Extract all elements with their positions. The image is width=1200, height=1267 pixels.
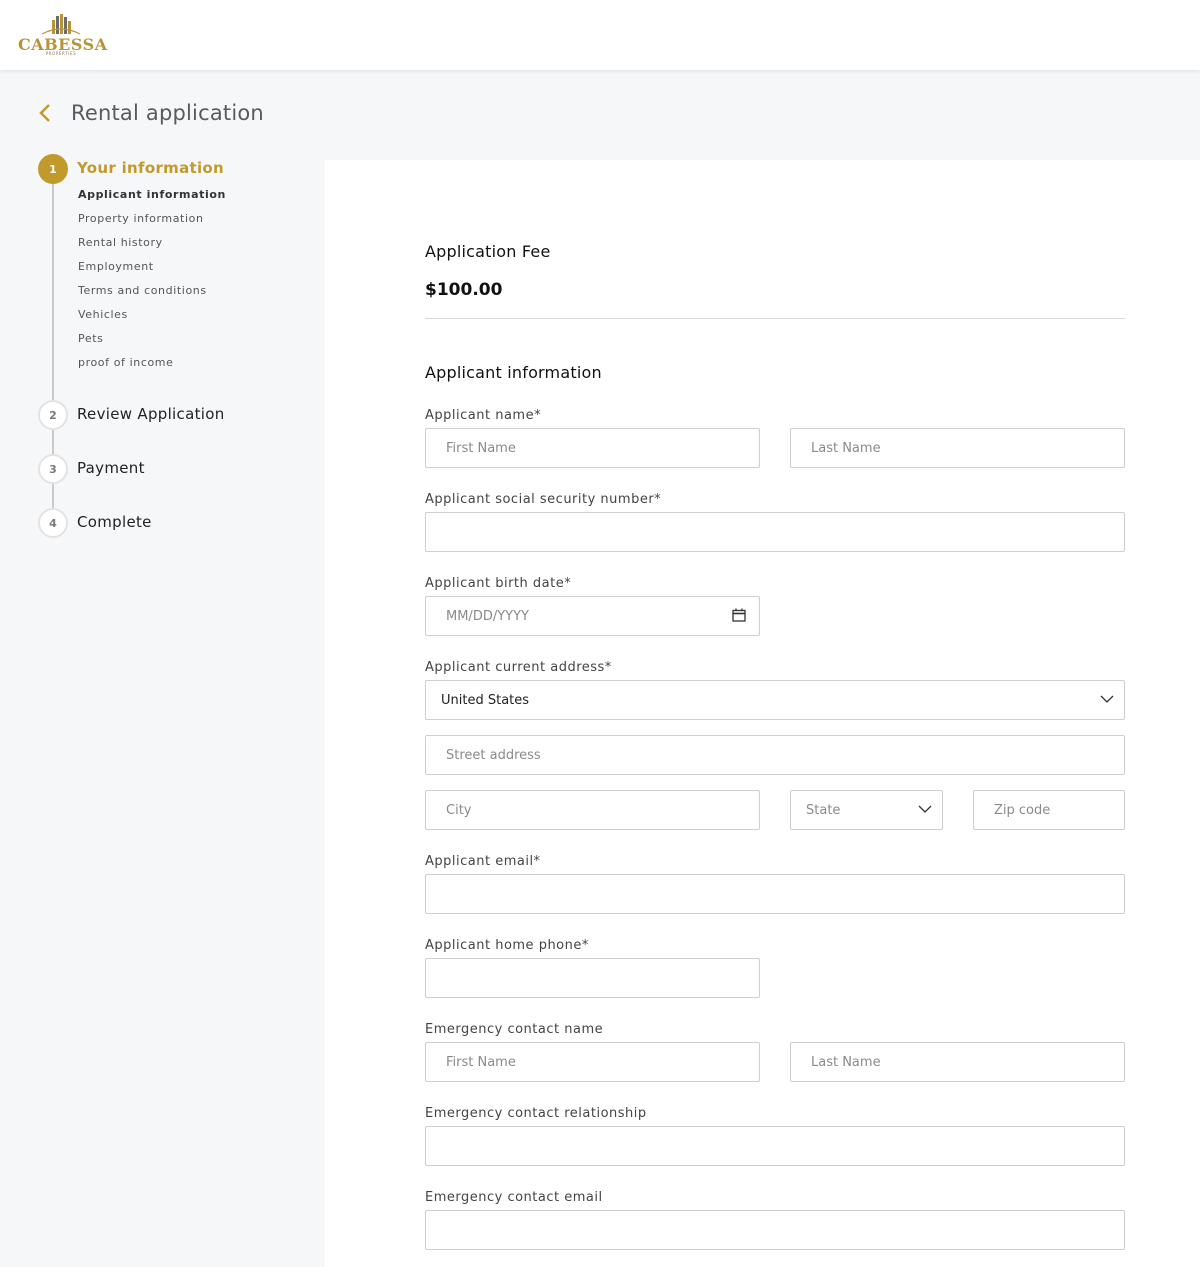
- emergency-email-input[interactable]: [425, 1210, 1125, 1250]
- section-title: Applicant information: [425, 363, 602, 382]
- street-address-input[interactable]: [425, 735, 1125, 775]
- back-chevron-icon: [39, 104, 50, 122]
- city-input[interactable]: [425, 790, 760, 830]
- emergency-relationship-input[interactable]: [425, 1126, 1125, 1166]
- state-select[interactable]: State: [790, 790, 943, 830]
- state-select-placeholder: State: [806, 802, 841, 818]
- substep-property-information[interactable]: Property information: [78, 212, 204, 225]
- home-phone-input[interactable]: [425, 958, 760, 998]
- substep-proof-of-income[interactable]: proof of income: [78, 356, 173, 369]
- emergency-relationship-label: Emergency contact relationship: [425, 1106, 647, 1121]
- step-review-application[interactable]: Review Application: [77, 405, 225, 423]
- page-header: Rental application: [38, 96, 264, 130]
- step-complete[interactable]: Complete: [77, 513, 152, 531]
- substep-employment[interactable]: Employment: [78, 260, 154, 273]
- step-your-information[interactable]: Your information: [77, 159, 224, 177]
- ssn-input[interactable]: [425, 512, 1125, 552]
- applicant-name-label: Applicant name*: [425, 408, 542, 423]
- calendar-icon[interactable]: [732, 608, 746, 622]
- step-number-4: 4: [38, 508, 68, 538]
- birth-date-input[interactable]: [425, 596, 760, 636]
- substep-pets[interactable]: Pets: [78, 332, 103, 345]
- step-number-3: 3: [38, 454, 68, 484]
- home-phone-label: Applicant home phone*: [425, 938, 589, 953]
- birth-date-label: Applicant birth date*: [425, 576, 572, 591]
- emergency-first-name-input[interactable]: [425, 1042, 760, 1082]
- brand-logo[interactable]: CABESSA PROPERTIES: [18, 14, 107, 58]
- chevron-down-icon: [918, 805, 932, 813]
- chevron-down-icon: [1100, 695, 1114, 703]
- email-label: Applicant email*: [425, 854, 541, 869]
- back-button[interactable]: [38, 96, 60, 130]
- page-title: Rental application: [71, 101, 264, 125]
- step-connector: [52, 430, 54, 454]
- application-form-panel: Application Fee $100.00 Applicant inform…: [325, 160, 1200, 1267]
- divider: [425, 318, 1125, 319]
- country-select-value: United States: [441, 692, 530, 708]
- emergency-email-label: Emergency contact email: [425, 1190, 603, 1205]
- zip-code-input[interactable]: [973, 790, 1125, 830]
- step-connector: [52, 184, 54, 402]
- substep-applicant-information[interactable]: Applicant information: [78, 188, 226, 201]
- ssn-label: Applicant social security number*: [425, 492, 662, 507]
- step-connector: [52, 484, 54, 508]
- country-select[interactable]: United States: [425, 680, 1125, 720]
- address-label: Applicant current address*: [425, 660, 612, 675]
- step-number-1: 1: [38, 154, 68, 184]
- applicant-first-name-input[interactable]: [425, 428, 760, 468]
- fee-amount: $100.00: [425, 280, 503, 300]
- substep-vehicles[interactable]: Vehicles: [78, 308, 128, 321]
- birth-date-field: [425, 596, 760, 636]
- step-payment[interactable]: Payment: [77, 459, 145, 477]
- substep-terms-and-conditions[interactable]: Terms and conditions: [78, 284, 207, 297]
- step-number-2: 2: [38, 400, 68, 430]
- applicant-last-name-input[interactable]: [790, 428, 1125, 468]
- emergency-name-label: Emergency contact name: [425, 1022, 604, 1037]
- substep-rental-history[interactable]: Rental history: [78, 236, 163, 249]
- top-bar: CABESSA PROPERTIES: [0, 0, 1200, 70]
- brand-tagline: PROPERTIES: [45, 51, 77, 56]
- fee-title: Application Fee: [425, 242, 551, 261]
- emergency-last-name-input[interactable]: [790, 1042, 1125, 1082]
- email-input[interactable]: [425, 874, 1125, 914]
